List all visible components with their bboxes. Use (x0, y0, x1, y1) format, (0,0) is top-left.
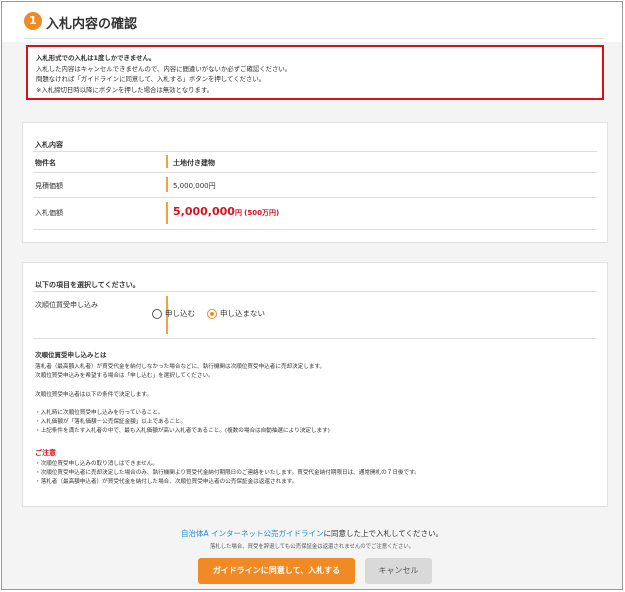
secondary-field-label: 次順位買受申し込み (35, 301, 98, 309)
row-accent (166, 202, 168, 224)
refund-note: 落札した場合、買受を辞退しても公売保証金は返還されませんのでご注意ください。 (209, 544, 415, 550)
caution-title: ご注意 (35, 449, 56, 457)
notice-line: 入札した内容はキャンセルできませんので、内容に間違いがないか必ずご確認ください。 (36, 64, 292, 73)
divider (33, 338, 597, 339)
divider (33, 197, 597, 198)
estimate-label: 見積価額 (35, 182, 63, 190)
about-line: ・上記条件を満たす入札者の中で、最も入札価額が高い入札者であること。(複数の場合… (35, 428, 330, 434)
radio-button-selected[interactable] (207, 308, 217, 319)
estimate-value: 5,000,000円 (173, 182, 216, 190)
about-title: 次順位買受申し込みとは (35, 351, 107, 359)
bid-price: 5,000,000円 (500万円) (173, 205, 279, 218)
notice-line: 問題なければ「ガイドラインに同意して、入札する」ボタンを押してください。 (36, 75, 266, 83)
bid-details-card: 入札内容 物件名 土地付き建物 見積価額 5,000,000円 入札価額 5,0… (22, 122, 608, 243)
about-line: 次順位買受申込者は以下の条件で決定します。 (35, 392, 152, 398)
secondary-bid-card: 以下の項目を選択してください。 次順位買受申し込み 次順位買受申し込みとは 落札… (22, 262, 608, 507)
radio-button[interactable] (152, 308, 162, 319)
section-title: 入札内容 (35, 141, 63, 149)
radio-not-apply[interactable]: 申し込まない (207, 308, 265, 319)
section-title: 以下の項目を選択してください。 (35, 281, 140, 289)
radio-apply[interactable]: 申し込む (152, 308, 195, 319)
item-label: 物件名 (35, 159, 56, 167)
step-badge: 1 (24, 12, 42, 30)
page-title: 入札内容の確認 (46, 17, 138, 32)
divider (33, 291, 597, 292)
bid-price-sub: (500万円) (244, 209, 280, 217)
agree-and-bid-button[interactable]: ガイドラインに同意して、入札する (198, 558, 355, 584)
radio-apply-label: 申し込む (165, 309, 195, 318)
caution-line: ・次順位買受申し込みの取り消しはできません。 (35, 461, 158, 467)
page-header: 1 入札内容の確認 (2, 2, 622, 42)
about-line: 次順位買受申込みを希望する場合は「申し込む」を選択してください。 (35, 373, 214, 379)
about-line: 落札者（最高額入札者）が買受代金を納付しなかった場合などに、執行機関は次順位買受… (35, 364, 326, 370)
notice-line: ※入札締切日時以降にボタンを押した場合は無効となります。 (36, 85, 214, 94)
notice-line: 入札形式での入札は1度しかできません。 (36, 54, 156, 62)
guideline-link[interactable]: 自治体A インターネット公売ガイドライン (181, 529, 324, 538)
radio-not-apply-label: 申し込まない (220, 309, 265, 318)
page-frame: 1 入札内容の確認 入札形式での入札は1度しかできません。 入札した内容はキャン… (1, 1, 623, 590)
guideline-agreement: 自治体A インターネット公売ガイドラインに同意した上で入札してください。 (2, 528, 622, 539)
warning-notice: 入札形式での入札は1度しかできません。 入札した内容はキャンセルできませんので、… (26, 45, 604, 100)
caution-line: ・落札者（最高額申込者）が買受代金を納付した場合、次順位買受申込者の公売保証金は… (35, 479, 298, 485)
item-value: 土地付き建物 (173, 159, 215, 167)
divider (33, 151, 597, 152)
divider (24, 38, 604, 39)
caution-line: ・次順位買受申込者に売却決定した場合のみ、執行機関より買受代金納付期限日のご連絡… (35, 470, 420, 476)
bid-price-unit: 円 (234, 209, 242, 217)
divider (33, 172, 597, 173)
row-accent (166, 155, 168, 168)
bid-price-label: 入札価額 (35, 209, 63, 217)
about-line: ・入札時に次順位買受申し込みを行っていること。 (35, 410, 164, 416)
about-line: ・入札価額が「落札価額－公売保証金額」以上であること。 (35, 419, 186, 425)
row-accent (166, 177, 168, 192)
bid-price-value: 5,000,000 (173, 205, 235, 218)
cancel-button[interactable]: キャンセル (365, 558, 432, 584)
agree-text: に同意した上で入札してください。 (323, 529, 444, 538)
divider (33, 229, 597, 230)
